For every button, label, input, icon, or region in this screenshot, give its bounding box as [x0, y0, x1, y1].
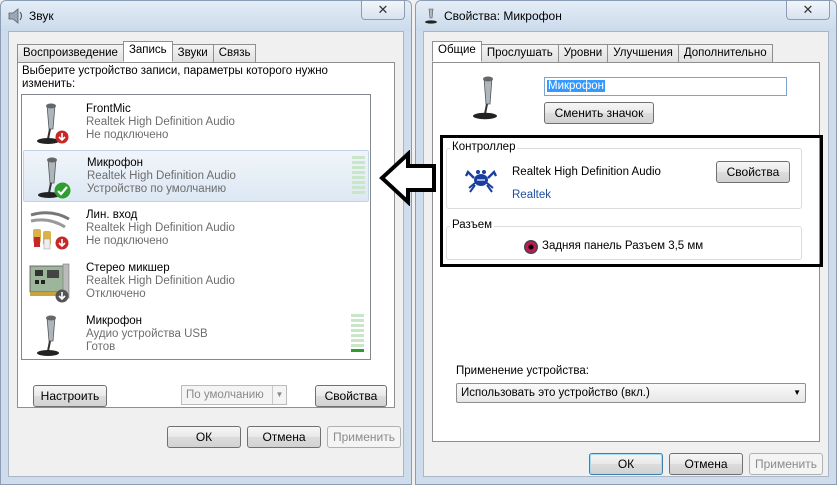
list-item[interactable]: Лин. вход Realtek High Definition Audio …: [23, 203, 369, 255]
chevron-down-icon: ▼: [793, 388, 801, 397]
device-name: Микрофон: [87, 157, 144, 169]
device-name: Лин. вход: [86, 209, 138, 221]
device-status: Готов: [86, 341, 116, 353]
sound-window-client: Воспроизведение Запись Звуки Связь Выбер…: [8, 31, 404, 477]
mic-properties-window: Свойства: Микрофон ✕ Общие Прослушать Ур…: [415, 0, 837, 485]
device-status: Не подключено: [86, 129, 169, 141]
device-name: Стерео микшер: [86, 262, 170, 274]
disconnected-arrow-icon: [55, 130, 69, 144]
default-check-icon: [54, 182, 71, 199]
tab-playback[interactable]: Воспроизведение: [17, 44, 124, 62]
set-default-dropdown[interactable]: По умолчанию ▼: [181, 385, 287, 405]
mic-properties-titlebar[interactable]: Свойства: Микрофон ✕: [416, 1, 836, 31]
recording-description: Выберите устройство записи, параметры ко…: [22, 65, 328, 90]
set-default-label: По умолчанию: [186, 389, 264, 401]
disconnected-arrow-icon: [55, 236, 69, 250]
chevron-down-icon: ▼: [272, 386, 286, 404]
speaker-icon: [8, 8, 23, 24]
tab-levels[interactable]: Уровни: [557, 44, 609, 62]
level-meter: [352, 156, 365, 196]
apply-button[interactable]: Применить: [749, 453, 823, 475]
tab-advanced[interactable]: Дополнительно: [677, 44, 773, 62]
device-status: Не подключено: [86, 235, 169, 247]
device-name-value: Микрофон: [547, 80, 606, 92]
sound-window-close-button[interactable]: ✕: [361, 1, 405, 20]
list-item[interactable]: FrontMic Realtek High Definition Audio Н…: [23, 97, 369, 149]
device-name-input[interactable]: Микрофон: [544, 77, 787, 96]
mic-properties-title: Свойства: Микрофон: [444, 9, 562, 23]
cancel-button[interactable]: Отмена: [247, 426, 321, 448]
device-name: Микрофон: [86, 315, 143, 327]
tab-sounds[interactable]: Звуки: [171, 44, 214, 62]
change-icon-button[interactable]: Сменить значок: [544, 102, 654, 124]
device-driver: Realtek High Definition Audio: [87, 170, 236, 182]
device-usage-select[interactable]: Использовать это устройство (вкл.) ▼: [456, 383, 806, 403]
list-item[interactable]: Стерео микшер Realtek High Definition Au…: [23, 256, 369, 308]
sound-window: Звук ✕ Воспроизведение Запись Звуки Связ…: [0, 0, 412, 485]
callout-arrow-icon: [379, 150, 436, 206]
tab-enhancements[interactable]: Улучшения: [607, 44, 679, 62]
properties-button[interactable]: Свойства: [315, 385, 387, 407]
device-driver: Realtek High Definition Audio: [86, 275, 235, 287]
device-status: Отключено: [86, 288, 146, 300]
configure-button[interactable]: Настроить: [33, 385, 107, 407]
device-name: FrontMic: [86, 103, 131, 115]
list-item[interactable]: Микрофон Аудио устройства USB Готов: [23, 309, 369, 361]
device-driver: Аудио устройства USB: [86, 328, 208, 340]
device-status: Устройство по умолчанию: [87, 183, 227, 195]
list-item[interactable]: Микрофон Realtek High Definition Audio У…: [23, 150, 369, 202]
tab-recording[interactable]: Запись: [122, 41, 173, 62]
device-driver: Realtek High Definition Audio: [86, 222, 235, 234]
microphone-icon: [425, 8, 437, 24]
highlight-frame: [440, 135, 823, 267]
recording-device-list[interactable]: FrontMic Realtek High Definition Audio Н…: [21, 94, 371, 360]
microphone-icon: [37, 315, 59, 356]
ok-button[interactable]: ОК: [589, 453, 663, 475]
sound-window-titlebar[interactable]: Звук ✕: [1, 1, 411, 31]
mic-properties-close-button[interactable]: ✕: [786, 1, 830, 20]
properties-tabs: Общие Прослушать Уровни Улучшения Дополн…: [432, 41, 773, 62]
disabled-arrow-icon: [55, 289, 69, 303]
cancel-button[interactable]: Отмена: [669, 453, 743, 475]
tab-communications[interactable]: Связь: [212, 44, 257, 62]
level-meter: [351, 314, 364, 354]
ok-button[interactable]: ОК: [167, 426, 241, 448]
sound-window-title: Звук: [29, 9, 54, 23]
mic-properties-client: Общие Прослушать Уровни Улучшения Дополн…: [423, 31, 829, 477]
sound-tabs: Воспроизведение Запись Звуки Связь: [17, 41, 257, 62]
apply-button[interactable]: Применить: [327, 426, 401, 448]
microphone-icon: [473, 76, 497, 120]
device-usage-value: Использовать это устройство (вкл.): [461, 387, 650, 399]
device-usage-label: Применение устройства:: [456, 365, 589, 377]
tab-listen[interactable]: Прослушать: [480, 44, 559, 62]
tab-general[interactable]: Общие: [432, 41, 482, 62]
device-driver: Realtek High Definition Audio: [86, 116, 235, 128]
